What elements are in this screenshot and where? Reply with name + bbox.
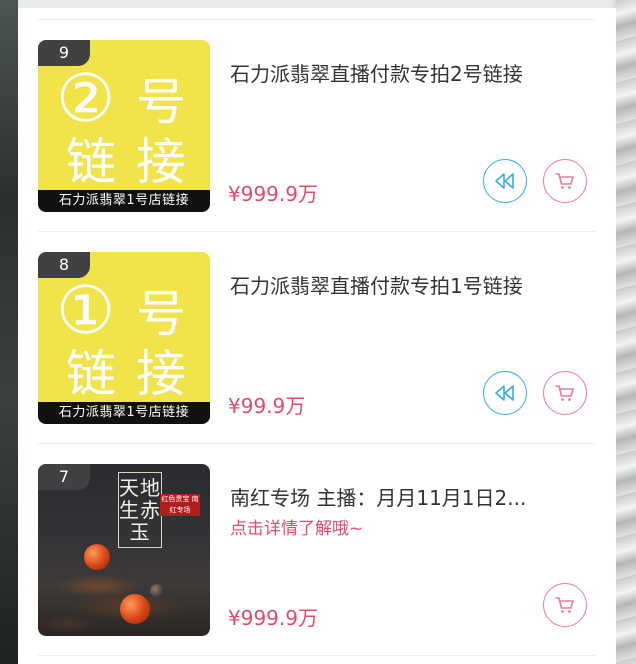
thumb-char: 号 bbox=[136, 285, 186, 343]
product-title[interactable]: 南红专场 主播：月月11月1日2... bbox=[230, 482, 580, 511]
thumb-calligraphy: 天地生赤玉 bbox=[118, 472, 162, 548]
product-item[interactable]: 7 天地生赤玉 红色贵宝 南红专场 南红专场 主播：月月11月1日2... 点击… bbox=[38, 444, 596, 656]
product-item[interactable]: 8 ① 号 链 接 石力派翡翠1号店链接 石力派翡翠直播付款专拍1号链接 ¥99… bbox=[38, 232, 596, 444]
product-thumbnail[interactable]: 8 ① 号 链 接 石力派翡翠1号店链接 bbox=[38, 252, 210, 424]
replay-icon bbox=[495, 173, 514, 189]
cart-icon bbox=[555, 173, 574, 189]
product-list-panel: 9 ② 号 链 接 石力派翡翠1号店链接 石力派翡翠直播付款专拍2号链接 ¥99… bbox=[18, 8, 616, 664]
thumb-char: 接 bbox=[136, 345, 186, 403]
product-thumbnail[interactable]: 9 ② 号 链 接 石力派翡翠1号店链接 bbox=[38, 40, 210, 212]
circled-number: ① bbox=[56, 272, 116, 349]
product-title[interactable]: 石力派翡翠直播付款专拍1号链接 bbox=[230, 270, 580, 299]
product-item[interactable]: 9 ② 号 链 接 石力派翡翠1号店链接 石力派翡翠直播付款专拍2号链接 ¥99… bbox=[38, 20, 596, 232]
divider bbox=[38, 655, 596, 656]
thumb-char: 链 bbox=[66, 133, 116, 191]
thumb-char: 链 bbox=[66, 345, 116, 403]
thumb-banner: 石力派翡翠1号店链接 bbox=[38, 190, 210, 212]
thumb-tag: 红色贵宝 南红专场 bbox=[160, 494, 200, 516]
product-title[interactable]: 石力派翡翠直播付款专拍2号链接 bbox=[230, 58, 580, 87]
cart-icon bbox=[555, 597, 574, 613]
replay-button[interactable] bbox=[483, 159, 527, 203]
circled-number: ② bbox=[56, 60, 116, 137]
red-bead bbox=[120, 594, 150, 624]
product-price: ¥999.9万 bbox=[228, 606, 318, 630]
rank-badge: 7 bbox=[38, 464, 90, 490]
cart-icon bbox=[555, 385, 574, 401]
thumb-char: 接 bbox=[136, 133, 186, 191]
thumb-banner: 石力派翡翠1号店链接 bbox=[38, 402, 210, 424]
product-thumbnail[interactable]: 7 天地生赤玉 红色贵宝 南红专场 bbox=[38, 464, 210, 636]
dark-bead bbox=[150, 584, 164, 598]
replay-button[interactable] bbox=[483, 371, 527, 415]
background-left bbox=[0, 0, 18, 664]
replay-icon bbox=[495, 385, 514, 401]
cart-button[interactable] bbox=[543, 371, 587, 415]
product-price: ¥999.9万 bbox=[228, 182, 318, 206]
red-bead bbox=[84, 544, 110, 570]
cart-button[interactable] bbox=[543, 159, 587, 203]
product-price: ¥99.9万 bbox=[228, 394, 306, 418]
cart-button[interactable] bbox=[543, 583, 587, 627]
background-right bbox=[616, 0, 636, 664]
product-subtitle[interactable]: 点击详情了解哦~ bbox=[230, 514, 363, 539]
thumb-char: 号 bbox=[136, 73, 186, 131]
